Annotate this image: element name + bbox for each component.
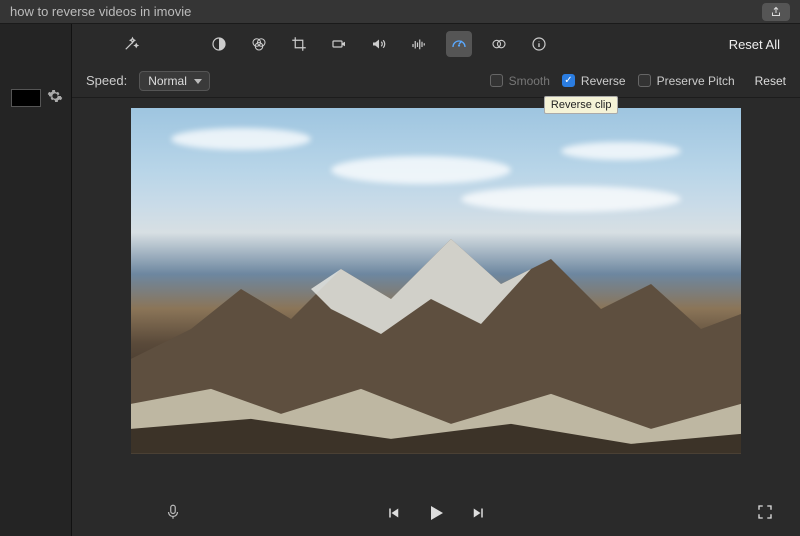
mountain-illustration xyxy=(131,229,741,454)
preserve-pitch-label: Preserve Pitch xyxy=(657,74,735,88)
window-title: how to reverse videos in imovie xyxy=(10,4,191,19)
smooth-label: Smooth xyxy=(509,74,550,88)
preview-area xyxy=(72,98,800,490)
noise-reduction-icon[interactable] xyxy=(406,31,432,57)
reset-all-button[interactable]: Reset All xyxy=(723,34,786,55)
library-thumbnail xyxy=(11,89,41,107)
adjustments-toolbar: Reset All xyxy=(72,24,800,64)
speed-icon[interactable] xyxy=(446,31,472,57)
speed-dropdown-value: Normal xyxy=(148,74,187,88)
video-overlay-icon[interactable] xyxy=(486,31,512,57)
speed-options-row: Speed: Normal Smooth Reverse Reverse cli… xyxy=(72,64,800,98)
cloud-decoration xyxy=(171,128,311,150)
crop-icon[interactable] xyxy=(286,31,312,57)
volume-icon[interactable] xyxy=(366,31,392,57)
previous-button[interactable] xyxy=(384,504,402,522)
preserve-pitch-checkbox-group[interactable]: Preserve Pitch xyxy=(638,74,735,88)
cloud-decoration xyxy=(331,156,511,184)
reset-button[interactable]: Reset xyxy=(755,74,786,88)
preserve-pitch-checkbox[interactable] xyxy=(638,74,651,87)
auto-enhance-wand-icon[interactable] xyxy=(118,31,144,57)
window-title-bar: how to reverse videos in imovie xyxy=(0,0,800,24)
share-icon xyxy=(770,6,782,18)
cloud-decoration xyxy=(461,186,681,212)
reverse-tooltip: Reverse clip xyxy=(544,96,619,114)
speed-label: Speed: xyxy=(86,73,127,88)
inspector-panel: Reset All Speed: Normal Smooth Reverse R… xyxy=(72,24,800,536)
smooth-checkbox[interactable] xyxy=(490,74,503,87)
color-balance-icon[interactable] xyxy=(206,31,232,57)
share-button[interactable] xyxy=(762,3,790,21)
reverse-checkbox[interactable] xyxy=(562,74,575,87)
color-correction-icon[interactable] xyxy=(246,31,272,57)
library-row[interactable] xyxy=(0,84,71,111)
stabilization-icon[interactable] xyxy=(326,31,352,57)
libraries-sidebar xyxy=(0,24,72,536)
playback-controls xyxy=(72,490,800,536)
smooth-checkbox-group[interactable]: Smooth xyxy=(490,74,550,88)
voiceover-mic-button[interactable] xyxy=(164,502,182,525)
reverse-checkbox-group[interactable]: Reverse Reverse clip xyxy=(562,74,626,88)
speed-dropdown[interactable]: Normal xyxy=(139,71,210,91)
video-preview[interactable] xyxy=(131,108,741,454)
play-button[interactable] xyxy=(424,501,448,525)
fullscreen-button[interactable] xyxy=(756,503,774,524)
next-button[interactable] xyxy=(470,504,488,522)
cloud-decoration xyxy=(561,142,681,160)
gear-icon[interactable] xyxy=(47,88,63,107)
reverse-label: Reverse xyxy=(581,74,626,88)
info-icon[interactable] xyxy=(526,31,552,57)
